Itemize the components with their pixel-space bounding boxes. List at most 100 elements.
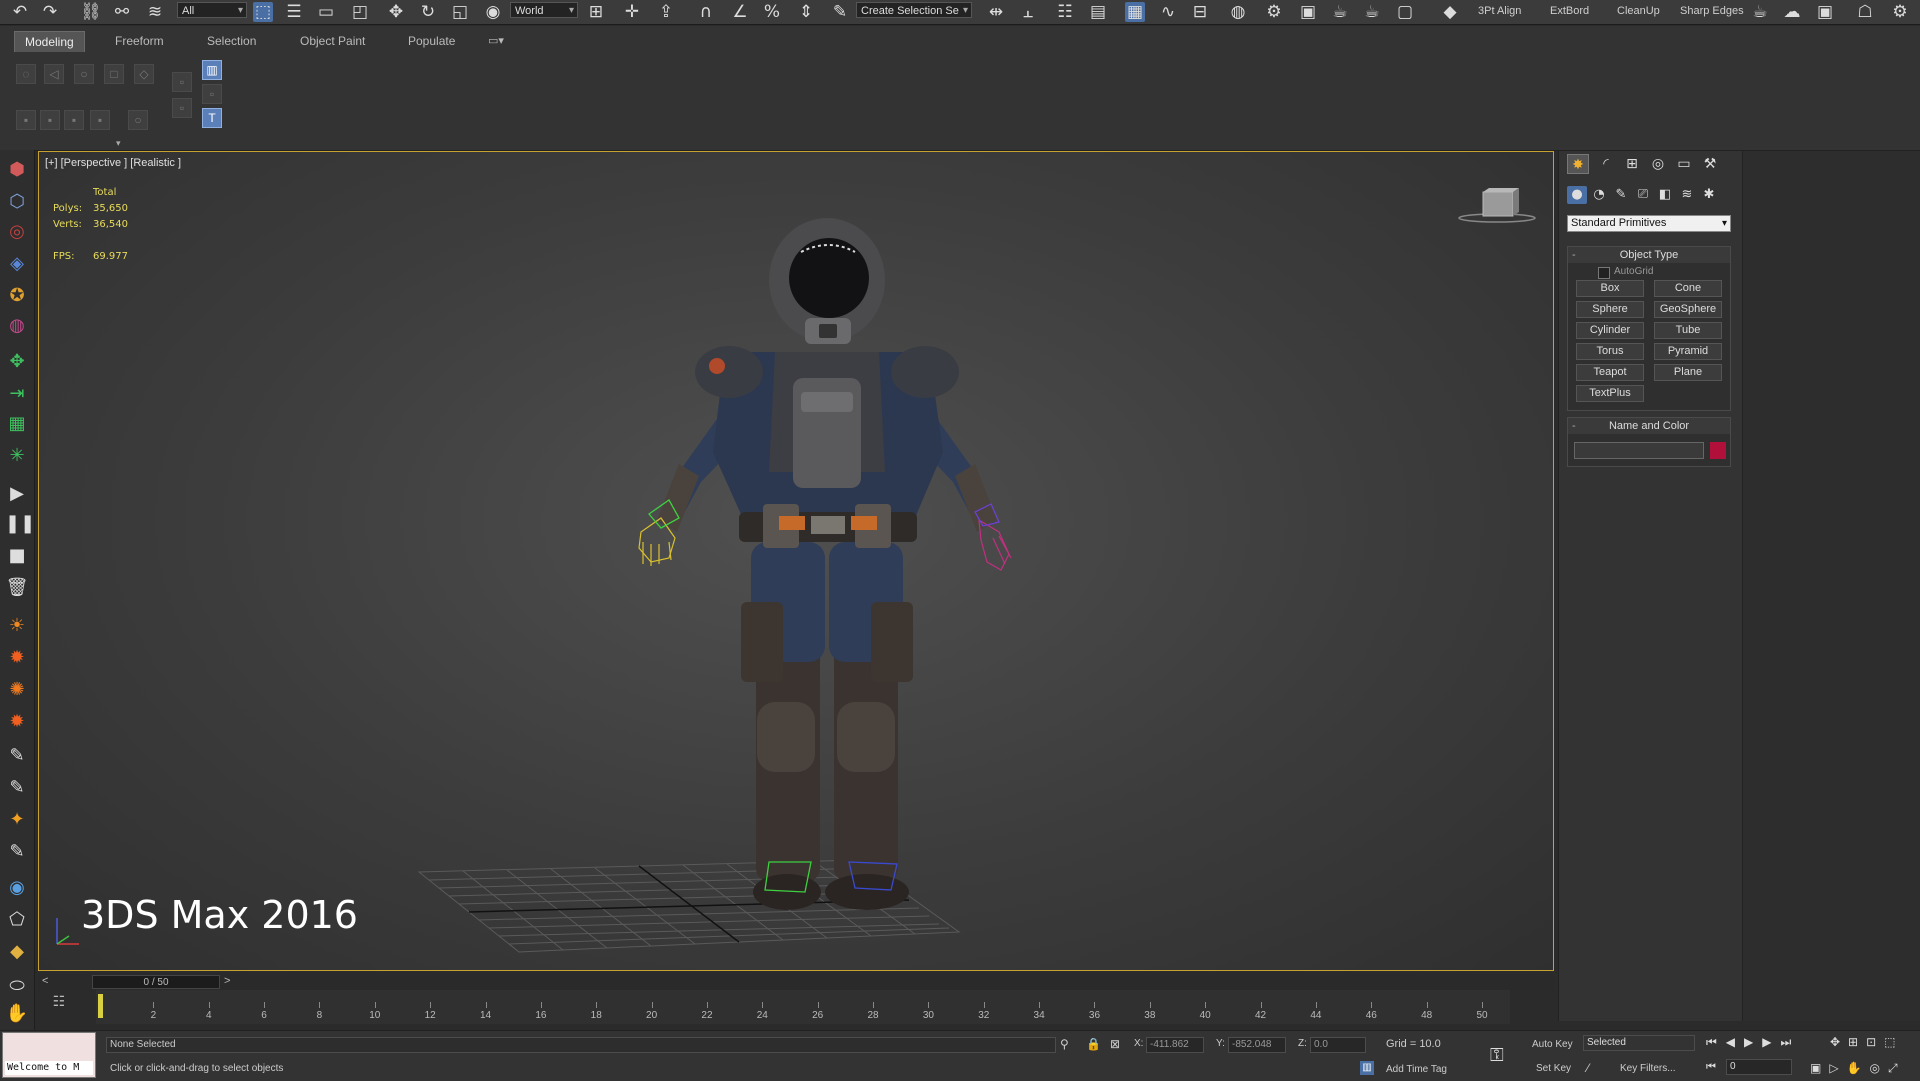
- lock-icon[interactable]: 🔒: [1086, 1037, 1101, 1051]
- render-production-icon[interactable]: ☕: [1330, 2, 1350, 22]
- ribbon-tool-2-icon[interactable]: ◁: [44, 64, 64, 84]
- undo-icon[interactable]: ↶: [10, 2, 30, 22]
- cone-button[interactable]: Cone: [1654, 280, 1722, 297]
- stop-icon[interactable]: ■: [5, 544, 29, 568]
- time-prev-button[interactable]: <: [42, 975, 48, 987]
- current-frame-field[interactable]: 0: [1726, 1059, 1792, 1075]
- y-coordinate-field[interactable]: -852.048: [1228, 1037, 1286, 1053]
- current-frame-marker[interactable]: [98, 994, 103, 1018]
- tube-button[interactable]: Tube: [1654, 322, 1722, 339]
- ribbon-tool-12-icon[interactable]: ▫: [172, 98, 192, 118]
- modify-tab-icon[interactable]: ◜: [1595, 154, 1617, 174]
- motion-tab-icon[interactable]: ◎: [1647, 154, 1669, 174]
- geometry-category-icon[interactable]: ●: [1567, 186, 1587, 204]
- key-filter-icon[interactable]: ⁄: [1587, 1061, 1589, 1075]
- snaps-toggle-icon[interactable]: ∩: [696, 2, 716, 22]
- character-model[interactable]: [579, 202, 1079, 942]
- utilities-tab-icon[interactable]: ⚒: [1699, 154, 1721, 174]
- autogrid-checkbox[interactable]: [1598, 267, 1610, 279]
- placement-icon[interactable]: ◉: [483, 2, 503, 22]
- viewcube[interactable]: [1457, 186, 1537, 226]
- utility-4-icon[interactable]: ⬭: [5, 974, 29, 998]
- cameras-category-icon[interactable]: ⎚: [1633, 186, 1653, 204]
- ribbon-tool-1-icon[interactable]: ◌: [16, 64, 36, 84]
- x-coordinate-field[interactable]: -411.862: [1146, 1037, 1204, 1053]
- ribbon-tool-15-icon[interactable]: T: [202, 108, 222, 128]
- ribbon-tool-5-icon[interactable]: ◇: [134, 64, 154, 84]
- pyramid-button[interactable]: Pyramid: [1654, 343, 1722, 360]
- ribbon-tool-10-icon[interactable]: ○: [128, 110, 148, 130]
- redo-icon[interactable]: ↷: [40, 2, 60, 22]
- viewport-nav-controls-top[interactable]: ✥⊞⊡⬚: [1830, 1035, 1904, 1049]
- create-light-icon[interactable]: ◈: [5, 252, 29, 276]
- mini-curve-editor-icon[interactable]: ☷: [46, 994, 72, 1014]
- settings-icon[interactable]: ⚙: [1890, 2, 1910, 22]
- move-gizmo-icon[interactable]: ✥: [5, 350, 29, 374]
- window-crossing-icon[interactable]: ◰: [350, 2, 370, 22]
- isolate-icon[interactable]: ⚲: [1060, 1037, 1069, 1051]
- key-mode-toggle-icon[interactable]: ⏮: [1706, 1061, 1716, 1074]
- sharp-edges-label[interactable]: Sharp Edges: [1680, 5, 1744, 17]
- layer-explorer-icon[interactable]: ☷: [1055, 2, 1075, 22]
- time-slider[interactable]: < 0 / 50 >: [38, 973, 1554, 991]
- cylinder-button[interactable]: Cylinder: [1576, 322, 1644, 339]
- time-next-button[interactable]: >: [224, 975, 230, 987]
- create-geometry-icon[interactable]: ⬡: [5, 190, 29, 214]
- textplus-button[interactable]: TextPlus: [1576, 385, 1644, 402]
- mirror-icon[interactable]: ⇹: [986, 2, 1006, 22]
- lights-category-icon[interactable]: ✎: [1611, 186, 1631, 204]
- utility-2-icon[interactable]: ⬠: [5, 908, 29, 932]
- render-setup-icon[interactable]: ⚙: [1264, 2, 1284, 22]
- fire-effect-4-icon[interactable]: ✹: [5, 710, 29, 734]
- create-box-icon[interactable]: ⬢: [5, 158, 29, 182]
- ribbon-toggle-icon[interactable]: ▦: [1125, 2, 1145, 22]
- rectangular-selection-icon[interactable]: ▭: [316, 2, 336, 22]
- name-color-header[interactable]: - Name and Color: [1568, 418, 1730, 434]
- ribbon-tool-8-icon[interactable]: ▪: [64, 110, 84, 130]
- sphere-button[interactable]: Sphere: [1576, 301, 1644, 318]
- ribbon-tool-6-icon[interactable]: ▪: [16, 110, 36, 130]
- create-shape-icon[interactable]: ◎: [5, 220, 29, 244]
- teapot-button[interactable]: Teapot: [1576, 364, 1644, 381]
- burst-tool-icon[interactable]: ✳: [5, 444, 29, 468]
- ribbon-tool-4-icon[interactable]: □: [104, 64, 124, 84]
- box-button[interactable]: Box: [1576, 280, 1644, 297]
- ribbon-tool-3-icon[interactable]: ○: [74, 64, 94, 84]
- spacewarps-category-icon[interactable]: ≋: [1677, 186, 1697, 204]
- object-color-swatch[interactable]: [1710, 442, 1726, 459]
- utility-3-icon[interactable]: ◆: [5, 940, 29, 964]
- plane-button[interactable]: Plane: [1654, 364, 1722, 381]
- chat-icon[interactable]: ☖: [1855, 2, 1875, 22]
- keyboard-shortcut-icon[interactable]: ⇪: [656, 2, 676, 22]
- utility-1-icon[interactable]: ◉: [5, 876, 29, 900]
- ribbon-tool-9-icon[interactable]: ▪: [90, 110, 110, 130]
- time-slider-thumb[interactable]: 0 / 50: [92, 975, 220, 989]
- ribbon-tool-13-icon[interactable]: ▥: [202, 60, 222, 80]
- cloud-icon[interactable]: ☁: [1782, 2, 1802, 22]
- torus-button[interactable]: Torus: [1576, 343, 1644, 360]
- create-tab-icon[interactable]: ✸: [1567, 154, 1589, 174]
- create-camera-icon[interactable]: ✪: [5, 284, 29, 308]
- extbord-label[interactable]: ExtBord: [1550, 5, 1589, 17]
- named-selection-dropdown[interactable]: Create Selection Se: [856, 2, 972, 19]
- 3pt-align-icon[interactable]: ◆: [1440, 2, 1460, 22]
- script-tool-4-icon[interactable]: ✎: [5, 840, 29, 864]
- fire-effect-1-icon[interactable]: ☀: [5, 614, 29, 638]
- schematic-view-icon[interactable]: ⊟: [1190, 2, 1210, 22]
- viewport-label[interactable]: [+] [Perspective ] [Realistic ]: [45, 157, 181, 169]
- time-tag-icon[interactable]: ▥: [1360, 1061, 1374, 1075]
- select-manipulate-icon[interactable]: ✛: [622, 2, 642, 22]
- play-icon[interactable]: ▶: [5, 482, 29, 506]
- tab-populate[interactable]: Populate: [398, 31, 465, 51]
- hierarchy-tab-icon[interactable]: ⊞: [1621, 154, 1643, 174]
- perspective-viewport[interactable]: [+] [Perspective ] [Realistic ] Total Po…: [38, 151, 1554, 971]
- primitive-category-dropdown[interactable]: Standard Primitives ▾: [1567, 215, 1731, 232]
- create-helper-icon[interactable]: ◍: [5, 314, 29, 338]
- fire-effect-3-icon[interactable]: ✺: [5, 678, 29, 702]
- set-key-icon[interactable]: ⚿: [1490, 1045, 1504, 1066]
- playback-controls[interactable]: ⏮◀▶▶⏭: [1706, 1035, 1800, 1050]
- select-rotate-icon[interactable]: ↻: [418, 2, 438, 22]
- systems-category-icon[interactable]: ✱: [1699, 186, 1719, 204]
- key-filters-button[interactable]: Key Filters...: [1620, 1063, 1676, 1074]
- align-icon[interactable]: ⫠: [1018, 2, 1038, 22]
